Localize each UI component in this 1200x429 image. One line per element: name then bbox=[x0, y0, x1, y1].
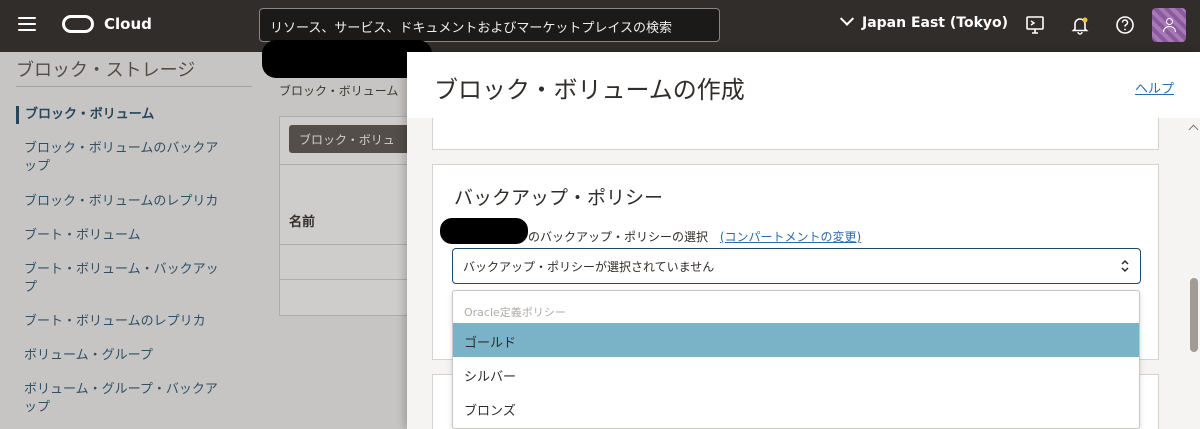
help-icon[interactable] bbox=[1114, 14, 1136, 36]
user-avatar[interactable] bbox=[1152, 8, 1186, 42]
search-input[interactable]: リソース、サービス、ドキュメントおよびマーケットプレイスの検索 bbox=[259, 8, 720, 42]
select-value: バックアップ・ポリシーが選択されていません bbox=[463, 260, 715, 274]
previous-section bbox=[432, 118, 1159, 150]
field-label-text: のバックアップ・ポリシーの選択 bbox=[528, 230, 709, 244]
chevron-down-icon bbox=[839, 11, 855, 26]
divider bbox=[279, 244, 419, 245]
sidebar-item-block-volume-backups[interactable]: ブロック・ボリュームのバックアップ bbox=[16, 140, 236, 176]
sidebar-item-boot-volume-backups[interactable]: ブート・ボリューム・バックアップ bbox=[16, 261, 236, 297]
divider bbox=[279, 279, 419, 280]
sidebar-item-boot-volumes[interactable]: ブート・ボリューム bbox=[16, 227, 252, 245]
scrollbar-thumb[interactable] bbox=[1190, 278, 1198, 352]
panel-header: ブロック・ボリュームの作成 ヘルプ bbox=[407, 52, 1200, 118]
policy-dropdown-list[interactable]: Oracle定義ポリシー ゴールド シルバー ブロンズ bbox=[452, 290, 1140, 429]
section-title: バックアップ・ポリシー bbox=[454, 187, 664, 209]
oracle-logo[interactable] bbox=[62, 15, 94, 33]
help-link[interactable]: ヘルプ bbox=[1135, 78, 1174, 97]
column-header-name[interactable]: 名前 bbox=[289, 211, 315, 230]
change-compartment-link[interactable]: (コンパートメントの変更) bbox=[720, 230, 861, 244]
policy-field-label: のバックアップ・ポリシーの選択 (コンパートメントの変更) bbox=[528, 228, 861, 245]
region-label: Japan East (Tokyo) bbox=[862, 15, 1009, 31]
sidebar-item-boot-volume-replicas[interactable]: ブート・ボリュームのレプリカ bbox=[16, 313, 252, 331]
divider bbox=[279, 315, 419, 316]
sidebar-item-volume-groups[interactable]: ボリューム・グループ bbox=[16, 347, 252, 365]
dropdown-group-label: Oracle定義ポリシー bbox=[464, 306, 566, 319]
page-title: ブロック・ボリュームの作成 bbox=[434, 76, 745, 104]
sidebar-item-block-volume-replicas[interactable]: ブロック・ボリュームのレプリカ bbox=[16, 193, 252, 211]
brand-label[interactable]: Cloud bbox=[104, 15, 152, 33]
option-silver[interactable]: シルバー bbox=[453, 357, 1139, 391]
sidebar-item-block-volumes[interactable]: ブロック・ボリューム bbox=[16, 106, 252, 124]
select-arrows-icon bbox=[1121, 259, 1129, 273]
sidebar-item-volume-group-backups[interactable]: ボリューム・グループ・バックアップ bbox=[16, 381, 236, 417]
option-gold[interactable]: ゴールド bbox=[453, 323, 1139, 357]
scrollbar[interactable] bbox=[1187, 118, 1200, 429]
divider bbox=[16, 86, 252, 87]
user-icon bbox=[1166, 18, 1173, 25]
create-block-volume-button[interactable]: ブロック・ボリュ bbox=[289, 125, 419, 153]
option-bronze[interactable]: ブロンズ bbox=[453, 391, 1139, 425]
top-bar: Cloud リソース、サービス、ドキュメントおよびマーケットプレイスの検索 Ja… bbox=[0, 0, 1200, 52]
notification-bell-icon[interactable] bbox=[1069, 14, 1091, 36]
breadcrumb[interactable]: ブロック・ボリューム bbox=[279, 82, 398, 99]
region-selector[interactable]: Japan East (Tokyo) bbox=[839, 11, 1009, 31]
cloud-shell-icon[interactable] bbox=[1024, 14, 1046, 36]
sidebar-title: ブロック・ストレージ bbox=[16, 60, 196, 81]
redaction-mark bbox=[440, 218, 528, 244]
hamburger-menu-icon[interactable] bbox=[18, 17, 36, 31]
divider bbox=[279, 164, 419, 165]
backup-policy-select[interactable]: バックアップ・ポリシーが選択されていません bbox=[452, 248, 1141, 284]
